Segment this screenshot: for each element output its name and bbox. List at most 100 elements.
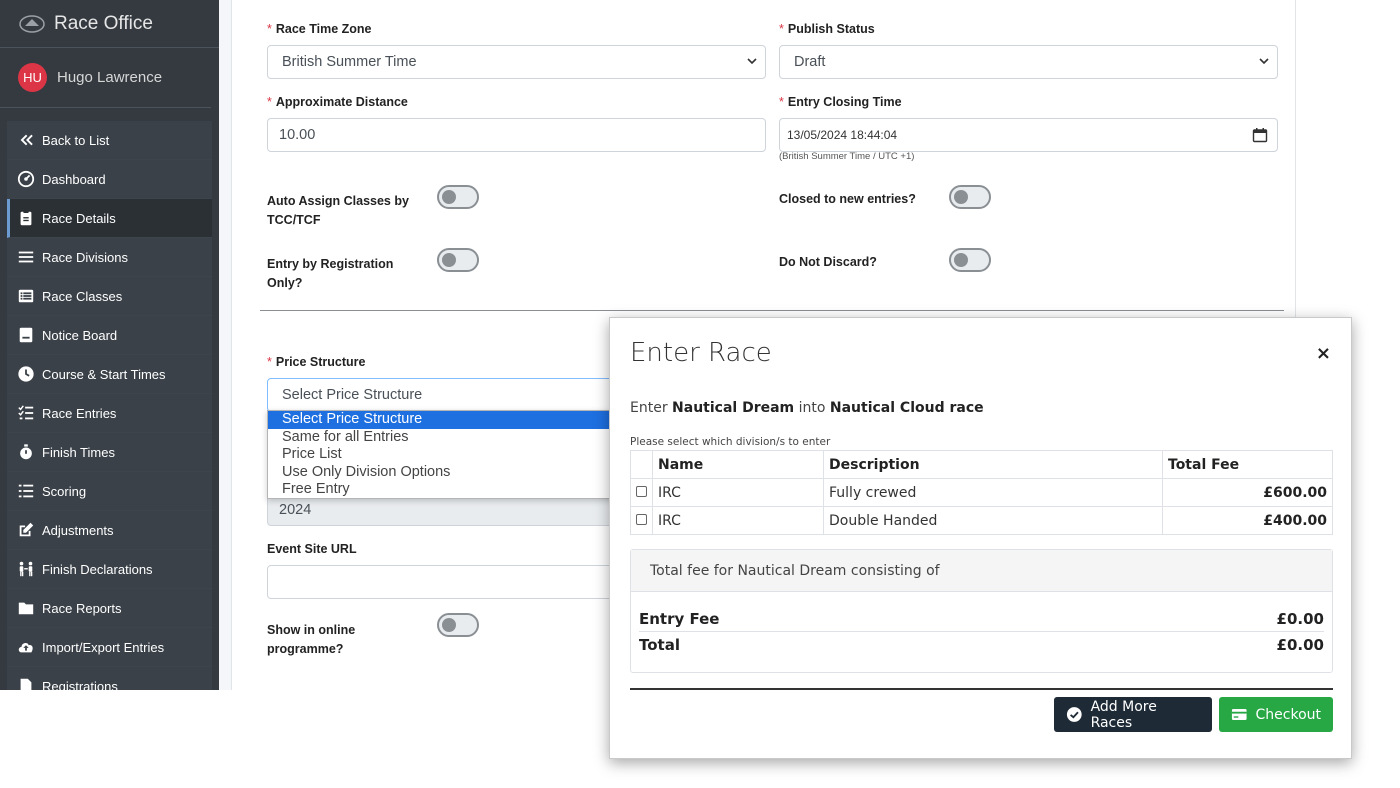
- col-header-total-fee: Total Fee: [1162, 450, 1333, 479]
- price-structure-label: * Price Structure: [267, 355, 366, 369]
- into-word: into: [798, 400, 826, 416]
- total-label: Total: [639, 636, 680, 654]
- total-value: £0.00: [1276, 636, 1324, 654]
- button-label: Add More Races: [1090, 698, 1157, 731]
- clock-icon: [16, 364, 36, 384]
- table-row: IRC Fully crewed £600.00: [630, 478, 1333, 507]
- event-site-url-input[interactable]: [267, 565, 627, 599]
- sidebar-item-label: Race Reports: [42, 600, 122, 616]
- stopwatch-icon: [16, 442, 36, 462]
- modal-title: Enter Race: [630, 338, 772, 368]
- clipboard-icon: [16, 208, 36, 228]
- input-value: 2024: [279, 501, 312, 518]
- auto-assign-label: Auto Assign Classes by TCC/TCF: [267, 192, 409, 230]
- input-value: 13/05/2024 18:44:04: [787, 128, 898, 142]
- auto-assign-toggle[interactable]: [437, 185, 479, 209]
- sidebar-item-registrations[interactable]: Registrations: [7, 667, 212, 690]
- publish-status-label: * Publish Status: [779, 22, 875, 36]
- race-time-zone-select[interactable]: British Summer Time: [267, 45, 766, 79]
- list-ol-icon: [16, 481, 36, 501]
- enter-race-modal: Enter Race × Enter Nautical Dream into N…: [609, 317, 1352, 759]
- do-not-discard-toggle[interactable]: [949, 248, 991, 272]
- sidebar-item-finish-declarations[interactable]: Finish Declarations: [7, 550, 212, 589]
- division-checkbox[interactable]: [636, 513, 647, 525]
- sidebar-item-back-to-list[interactable]: Back to List: [7, 121, 212, 160]
- publish-status-select[interactable]: Draft: [779, 45, 1278, 79]
- boat-name: Nautical Dream: [672, 400, 795, 416]
- division-checkbox[interactable]: [636, 485, 647, 497]
- add-more-races-button[interactable]: Add More Races: [1054, 697, 1212, 732]
- cell-name: IRC: [652, 506, 824, 535]
- entry-closing-time-input[interactable]: 13/05/2024 18:44:04: [779, 118, 1278, 152]
- price-option[interactable]: Price List: [268, 446, 626, 464]
- required-mark: *: [267, 355, 272, 369]
- show-online-toggle[interactable]: [437, 613, 479, 637]
- sidebar-item-notice-board[interactable]: Notice Board: [7, 316, 212, 355]
- sidebar-item-race-details[interactable]: Race Details: [7, 199, 212, 238]
- checkout-button[interactable]: Checkout: [1219, 697, 1333, 732]
- sidebar-item-dashboard[interactable]: Dashboard: [7, 160, 212, 199]
- button-label: Checkout: [1255, 706, 1322, 723]
- required-mark: *: [779, 95, 784, 109]
- brand[interactable]: Race Office: [0, 0, 219, 48]
- price-structure-select[interactable]: Select Price Structure: [267, 378, 627, 412]
- label-line: programme?: [267, 642, 344, 656]
- cell-description: Fully crewed: [823, 478, 1163, 507]
- sidebar-item-race-entries[interactable]: Race Entries: [7, 394, 212, 433]
- user-panel[interactable]: HU Hugo Lawrence: [0, 48, 211, 108]
- sidebar-item-race-divisions[interactable]: Race Divisions: [7, 238, 212, 277]
- row-checkbox-cell: [630, 478, 653, 507]
- cell-name: IRC: [652, 478, 824, 507]
- chevron-down-icon: [1259, 58, 1269, 65]
- table-row: IRC Double Handed £400.00: [630, 506, 1333, 535]
- close-icon[interactable]: ×: [1316, 343, 1331, 364]
- sidebar-item-label: Race Entries: [42, 405, 117, 421]
- price-option[interactable]: Select Price Structure: [268, 411, 626, 429]
- cloud-upload-icon: [16, 637, 36, 657]
- sidebar-item-adjustments[interactable]: Adjustments: [7, 511, 212, 550]
- entry-fee-label: Entry Fee: [639, 609, 720, 628]
- cell-fee: £400.00: [1162, 506, 1333, 535]
- price-option[interactable]: Free Entry: [268, 481, 626, 499]
- entry-by-registration-toggle[interactable]: [437, 248, 479, 272]
- sidebar-item-label: Course & Start Times: [42, 366, 166, 382]
- select-value: British Summer Time: [282, 54, 417, 70]
- brand-title: Race Office: [54, 12, 153, 34]
- double-chevron-left-icon: [16, 130, 36, 150]
- user-name: Hugo Lawrence: [57, 69, 163, 86]
- price-option[interactable]: Use Only Division Options: [268, 464, 626, 482]
- race-office-logo-icon: [18, 14, 46, 34]
- row-checkbox-cell: [630, 506, 653, 535]
- total-row: Total £0.00: [639, 632, 1324, 658]
- required-mark: *: [267, 95, 272, 109]
- list-icon: [16, 286, 36, 306]
- modal-divider: [630, 688, 1333, 690]
- division-note: Please select which division/s to enter: [630, 436, 831, 448]
- sidebar-item-scoring[interactable]: Scoring: [7, 472, 212, 511]
- do-not-discard-label: Do Not Discard?: [779, 255, 877, 269]
- sidebar-item-finish-times[interactable]: Finish Times: [7, 433, 212, 472]
- entry-by-registration-label: Entry by Registration Only?: [267, 255, 393, 293]
- approx-distance-input[interactable]: 10.00: [267, 118, 766, 152]
- sidebar-item-import-export-entries[interactable]: Import/Export Entries: [7, 628, 212, 667]
- entry-closing-time-label: * Entry Closing Time: [779, 95, 902, 109]
- sidebar-item-race-reports[interactable]: Race Reports: [7, 589, 212, 628]
- sidebar-item-course-start-times[interactable]: Course & Start Times: [7, 355, 212, 394]
- label-line: Entry by Registration: [267, 257, 394, 271]
- price-option[interactable]: Same for all Entries: [268, 429, 626, 447]
- sidebar: Race Office HU Hugo Lawrence Back to Lis…: [0, 0, 219, 690]
- sidebar-item-label: Scoring: [42, 483, 87, 499]
- board-icon: [16, 325, 36, 345]
- closed-new-entries-toggle[interactable]: [949, 185, 991, 209]
- required-mark: *: [267, 22, 272, 36]
- cell-description: Double Handed: [823, 506, 1163, 535]
- enter-prefix: Enter: [630, 400, 668, 416]
- enter-summary: Enter Nautical Dream into Nautical Cloud…: [630, 400, 984, 416]
- calendar-icon[interactable]: [1252, 127, 1268, 143]
- sidebar-item-race-classes[interactable]: Race Classes: [7, 277, 212, 316]
- sidebar-item-label: Notice Board: [42, 327, 118, 343]
- toggle-knob: [954, 190, 968, 204]
- event-site-url-label: Event Site URL: [267, 542, 357, 556]
- sidebar-nav: Back to List Dashboard Race Details Race…: [7, 121, 212, 690]
- col-header-name: Name: [652, 450, 824, 479]
